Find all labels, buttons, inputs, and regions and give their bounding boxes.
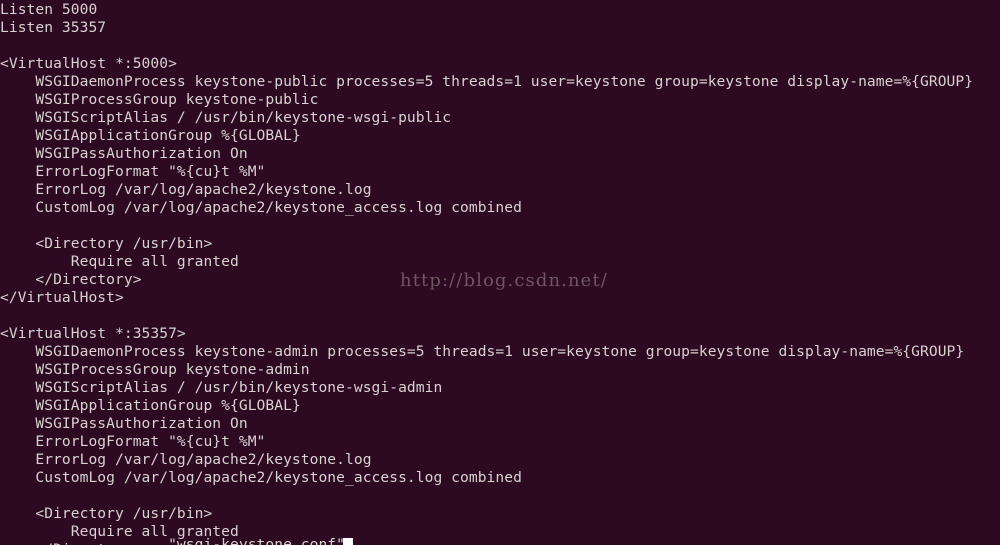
terminal-line: ErrorLog /var/log/apache2/keystone.log [0, 451, 372, 468]
terminal-output: Listen 5000 Listen 35357 <VirtualHost *:50… [0, 0, 1000, 545]
terminal-line: Require all granted [0, 253, 239, 270]
terminal-line: WSGIProcessGroup keystone-admin [0, 361, 310, 378]
terminal-line: WSGIScriptAlias / /usr/bin/keystone-wsgi… [0, 109, 452, 126]
terminal-status-text: "wsgi-keystone.conf" [0, 536, 346, 545]
terminal-line: CustomLog /var/log/apache2/keystone_acce… [0, 469, 522, 486]
terminal-line: WSGIPassAuthorization On [0, 145, 248, 162]
terminal-line: </Directory> [0, 271, 142, 288]
terminal-line: WSGIDaemonProcess keystone-public proces… [0, 73, 974, 90]
terminal-line: </VirtualHost> [0, 289, 124, 306]
terminal-line: ErrorLogFormat "%{cu}t %M" [0, 163, 266, 180]
terminal-line: <Directory /usr/bin> [0, 235, 213, 252]
terminal-line: ErrorLogFormat "%{cu}t %M" [0, 433, 266, 450]
terminal-line: <VirtualHost *:5000> [0, 55, 177, 72]
terminal-line: CustomLog /var/log/apache2/keystone_acce… [0, 199, 522, 216]
terminal-line: WSGIPassAuthorization On [0, 415, 248, 432]
terminal-cursor [343, 538, 353, 545]
terminal-line: WSGIApplicationGroup %{GLOBAL} [0, 127, 301, 144]
terminal-line: Listen 5000 [0, 1, 98, 18]
terminal-status-line: "wsgi-keystone.conf" [0, 536, 1000, 545]
terminal-window[interactable]: Listen 5000 Listen 35357 <VirtualHost *:50… [0, 0, 1000, 545]
terminal-line: WSGIScriptAlias / /usr/bin/keystone-wsgi… [0, 379, 443, 396]
terminal-line: Listen 35357 [0, 19, 107, 36]
terminal-line: ErrorLog /var/log/apache2/keystone.log [0, 181, 372, 198]
terminal-line: WSGIApplicationGroup %{GLOBAL} [0, 397, 301, 414]
terminal-line: <VirtualHost *:35357> [0, 325, 186, 342]
terminal-line: <Directory /usr/bin> [0, 505, 213, 522]
terminal-line: WSGIProcessGroup keystone-public [0, 91, 319, 108]
terminal-line: WSGIDaemonProcess keystone-admin process… [0, 343, 965, 360]
